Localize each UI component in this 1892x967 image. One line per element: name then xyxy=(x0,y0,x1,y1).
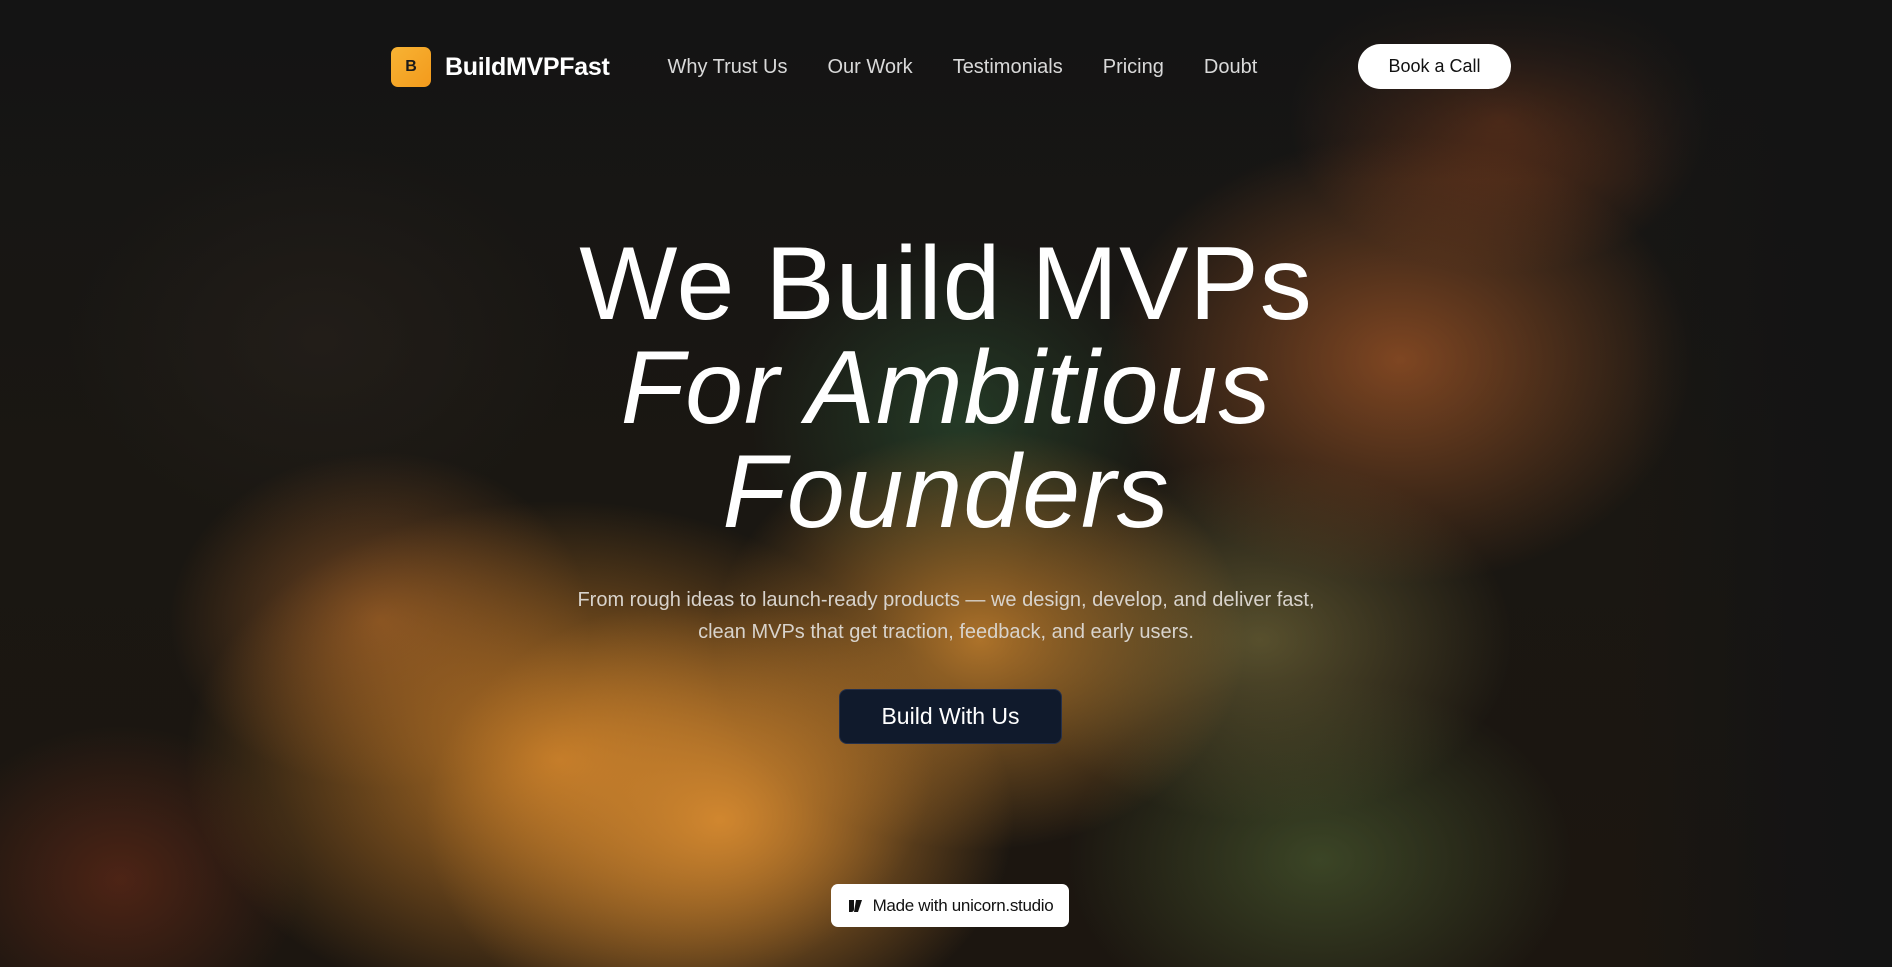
book-a-call-button[interactable]: Book a Call xyxy=(1358,44,1511,89)
build-with-us-button[interactable]: Build With Us xyxy=(839,689,1062,744)
brand-logo-icon: B xyxy=(391,47,431,87)
nav-links: Why Trust Us Our Work Testimonials Prici… xyxy=(667,56,1257,79)
hero-title-line-2: For Ambitious xyxy=(620,330,1272,446)
navbar: B BuildMVPFast Why Trust Us Our Work Tes… xyxy=(391,44,1511,90)
brand-name: BuildMVPFast xyxy=(445,52,610,81)
made-with-label: Made with unicorn.studio xyxy=(872,895,1054,915)
nav-link-why-trust-us[interactable]: Why Trust Us xyxy=(667,56,787,79)
nav-link-our-work[interactable]: Our Work xyxy=(827,56,912,79)
hero-section: B BuildMVPFast Why Trust Us Our Work Tes… xyxy=(0,0,1892,967)
hero-subtitle-line-2: clean MVPs that get traction, feedback, … xyxy=(698,621,1194,643)
made-with-unicorn-studio-badge[interactable]: Made with unicorn.studio xyxy=(831,884,1069,927)
hero-subtitle-line-1: From rough ideas to launch-ready product… xyxy=(577,589,1315,611)
brand-link[interactable]: B BuildMVPFast xyxy=(391,47,610,87)
hero-title: We Build MVPs For Ambitious Founders xyxy=(0,232,1892,544)
background-shade-top xyxy=(0,0,1892,180)
unicorn-studio-icon xyxy=(847,897,865,915)
nav-link-testimonials[interactable]: Testimonials xyxy=(953,56,1063,79)
hero-title-line-3: Founders xyxy=(722,434,1170,550)
nav-link-pricing[interactable]: Pricing xyxy=(1103,56,1164,79)
hero-subtitle: From rough ideas to launch-ready product… xyxy=(546,584,1346,648)
nav-link-doubt[interactable]: Doubt xyxy=(1204,56,1257,79)
hero-title-line-1: We Build MVPs xyxy=(579,226,1313,342)
